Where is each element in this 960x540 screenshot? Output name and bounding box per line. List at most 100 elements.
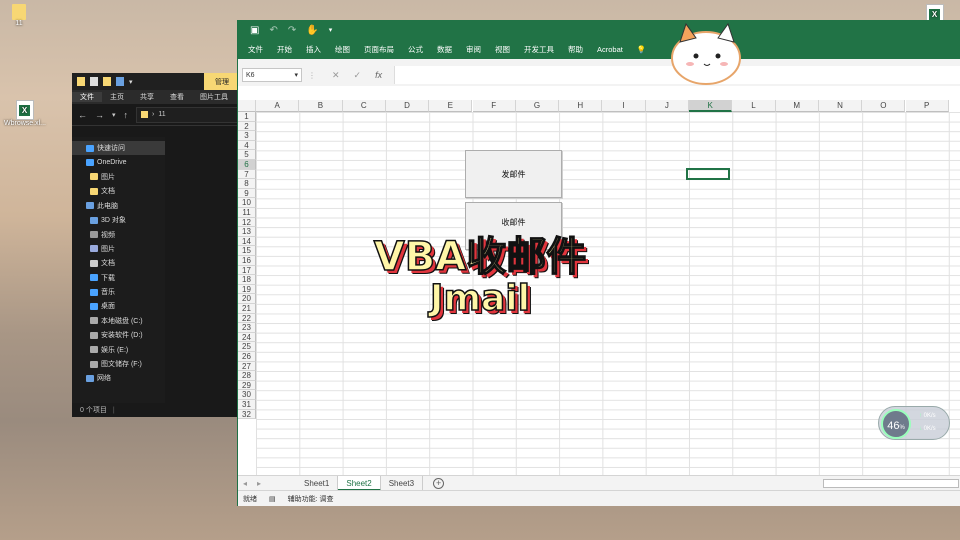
ribbon-tab[interactable]: Acrobat (597, 45, 623, 54)
nav-item[interactable]: OneDrive (72, 155, 165, 169)
rename-icon[interactable] (116, 77, 124, 86)
manage-tab[interactable]: 管理 (204, 73, 240, 90)
chevron-down-icon[interactable]: ▾ (129, 78, 133, 86)
undo-icon[interactable]: ↶ (269, 25, 277, 36)
prev-sheet-icon[interactable]: ◂ (238, 479, 252, 488)
row-header[interactable]: 23 (238, 323, 256, 333)
row-header[interactable]: 31 (238, 400, 256, 410)
insert-function-icon[interactable]: fx (375, 70, 382, 81)
tell-me-icon[interactable]: 💡 (637, 45, 646, 54)
horizontal-scrollbar[interactable] (823, 479, 959, 488)
row-header[interactable]: 30 (238, 390, 256, 400)
column-header[interactable]: I (602, 100, 646, 112)
column-header[interactable]: F (472, 100, 516, 112)
row-header[interactable]: 8 (238, 179, 256, 189)
row-header[interactable]: 4 (238, 140, 256, 151)
new-folder-icon[interactable] (103, 77, 111, 86)
ribbon-tab[interactable]: 开始 (277, 44, 292, 55)
redo-icon[interactable]: ↷ (288, 25, 296, 36)
address-input[interactable]: › 11 (136, 106, 240, 123)
row-header[interactable]: 10 (238, 198, 256, 208)
ribbon-tab[interactable]: 文件 (248, 44, 263, 55)
ribbon-tab[interactable]: 公式 (408, 44, 423, 55)
ribbon-tab-home[interactable]: 主页 (102, 92, 132, 102)
status-ready: 就绪 (243, 495, 257, 503)
ribbon-tab-file[interactable]: 文件 (72, 92, 102, 102)
nav-item[interactable]: 网络 (72, 371, 165, 385)
chevron-down-icon[interactable]: ▾ (294, 71, 298, 79)
column-header[interactable]: P (905, 100, 949, 112)
row-header[interactable]: 11 (238, 208, 256, 218)
column-header[interactable]: B (299, 100, 343, 112)
column-header[interactable]: A (256, 100, 300, 112)
desktop-folder[interactable]: 11 (12, 4, 26, 27)
row-header[interactable]: 28 (238, 371, 256, 381)
row-header[interactable]: 6 (238, 160, 256, 170)
nav-item[interactable]: 文档 (72, 184, 165, 198)
properties-icon[interactable] (90, 77, 98, 86)
column-header[interactable]: C (342, 100, 386, 112)
back-arrow-icon[interactable]: ← (78, 110, 87, 120)
nav-item[interactable]: 安装软件 (D:) (72, 328, 165, 342)
row-header[interactable]: 26 (238, 352, 256, 362)
ribbon-tab[interactable]: 数据 (437, 44, 452, 55)
column-header[interactable]: L (732, 100, 776, 112)
ribbon-tab[interactable]: 绘图 (335, 44, 350, 55)
column-header[interactable]: E (429, 100, 473, 112)
sheet-tab-1[interactable]: Sheet1 (296, 475, 339, 491)
cancel-icon[interactable]: ✕ (332, 70, 340, 81)
forward-arrow-icon[interactable]: → (95, 110, 104, 120)
row-header[interactable]: 7 (238, 169, 256, 180)
nav-item[interactable]: 图片 (72, 170, 165, 184)
column-header[interactable]: H (559, 100, 603, 112)
row-header[interactable]: 5 (238, 150, 256, 160)
ribbon-tab[interactable]: 审阅 (466, 44, 481, 55)
column-header[interactable]: J (645, 100, 689, 112)
row-header[interactable]: 32 (238, 409, 256, 420)
customize-chevron-icon[interactable]: ▾ (329, 26, 333, 34)
nav-item[interactable]: 娱乐 (E:) (72, 342, 165, 356)
desktop-excel-file[interactable]: Wbrowse.xl... (4, 100, 46, 127)
send-mail-button[interactable]: 发邮件 (465, 150, 562, 198)
active-cell-k6[interactable] (686, 168, 730, 180)
ribbon-tab-share[interactable]: 共享 (132, 92, 162, 102)
up-arrow-icon[interactable]: ↑ (124, 110, 129, 120)
ribbon-tab[interactable]: 帮助 (568, 44, 583, 55)
column-header[interactable]: D (385, 100, 430, 112)
accessibility-status[interactable]: 辅助功能: 调查 (288, 494, 334, 504)
ribbon-tab[interactable]: 插入 (306, 44, 321, 55)
network-speed-widget[interactable]: 46% ↑ 0K/s ↓ 0K/s (878, 406, 950, 440)
column-header[interactable]: K (689, 100, 733, 112)
recent-chevron-icon[interactable]: ▾ (112, 111, 116, 119)
row-header[interactable]: 25 (238, 342, 256, 352)
row-header[interactable]: 2 (238, 121, 256, 132)
row-header[interactable]: 1 (238, 112, 256, 122)
save-icon[interactable]: ▣ (250, 25, 259, 36)
enter-icon[interactable]: ✓ (354, 70, 362, 81)
ribbon-tab-view[interactable]: 查看 (162, 92, 192, 102)
row-header[interactable]: 29 (238, 380, 256, 391)
name-box[interactable]: K6 ▾ (242, 68, 302, 82)
select-all-corner[interactable] (238, 100, 256, 112)
row-header[interactable]: 24 (238, 332, 256, 343)
column-header[interactable]: N (818, 100, 863, 112)
sheet-tab-2[interactable]: Sheet2 (338, 475, 381, 491)
ribbon-tab[interactable]: 视图 (495, 44, 510, 55)
touch-mode-icon[interactable]: ✋ (306, 25, 318, 36)
nav-item[interactable]: 快速访问 (72, 141, 165, 156)
next-sheet-icon[interactable]: ▸ (252, 479, 266, 488)
nav-item[interactable]: 图文储存 (F:) (72, 357, 165, 371)
ribbon-tab[interactable]: 开发工具 (524, 44, 554, 55)
ribbon-tab[interactable]: 页面布局 (364, 44, 394, 55)
ribbon-tab-picture-tools[interactable]: 图片工具 (192, 92, 236, 102)
macro-record-icon[interactable]: ▤ (269, 495, 276, 503)
column-header[interactable]: M (775, 100, 819, 112)
nav-item[interactable]: 此电脑 (72, 199, 165, 213)
row-header[interactable]: 27 (238, 361, 256, 372)
add-sheet-icon[interactable]: + (433, 477, 445, 489)
row-header[interactable]: 3 (238, 131, 256, 141)
sheet-tab-3[interactable]: Sheet3 (381, 475, 424, 491)
column-header[interactable]: O (862, 100, 906, 112)
row-header[interactable]: 9 (238, 188, 256, 199)
column-header[interactable]: G (515, 100, 560, 112)
